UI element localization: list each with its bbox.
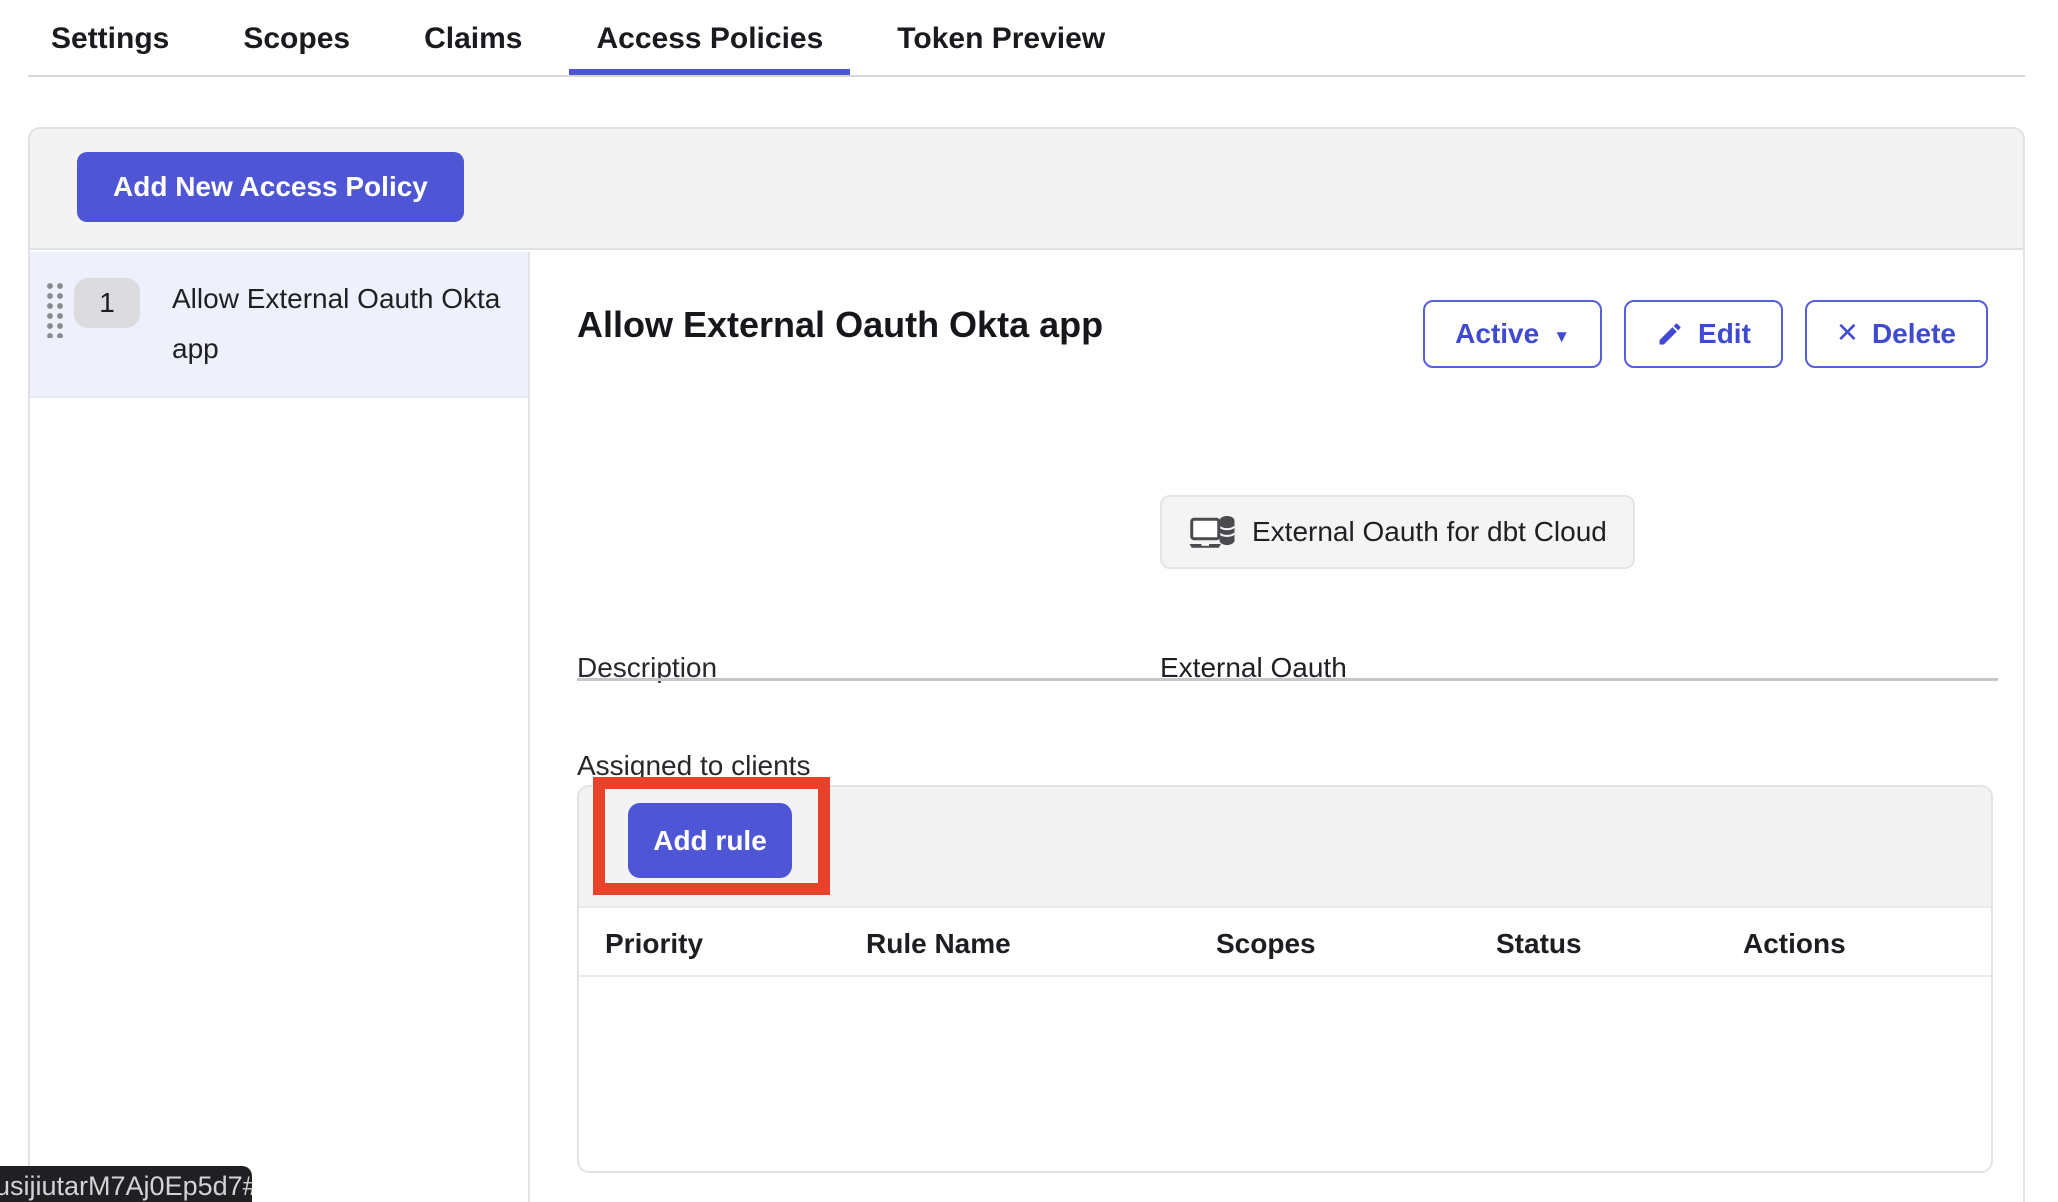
assigned-clients-label: Assigned to clients xyxy=(577,750,810,782)
policy-detail-pane: Allow External Oauth Okta app Active ▼ E… xyxy=(532,252,2023,1202)
tab-settings[interactable]: Settings xyxy=(51,0,169,77)
panel-header: Add New Access Policy xyxy=(30,129,2023,250)
rules-card: Add rule Priority Rule Name Scopes Statu… xyxy=(577,785,1993,1173)
rules-card-header: Add rule xyxy=(579,787,1991,908)
rules-table-header: Priority Rule Name Scopes Status Actions xyxy=(579,910,1991,977)
column-header-actions: Actions xyxy=(1743,910,1846,977)
section-divider xyxy=(577,678,1998,681)
policy-action-buttons: Active ▼ Edit × Delete xyxy=(1423,300,1988,368)
tab-bar: Settings Scopes Claims Access Policies T… xyxy=(0,0,2058,77)
chevron-down-icon: ▼ xyxy=(1553,328,1570,345)
assigned-client-chip[interactable]: External Oauth for dbt Cloud xyxy=(1160,495,1635,569)
link-preview-statusbar: usijiutarM7Aj0Ep5d7# xyxy=(0,1166,252,1202)
edit-policy-button[interactable]: Edit xyxy=(1624,300,1783,368)
policy-list-item[interactable]: 1 Allow External Oauth Okta app xyxy=(30,252,528,398)
delete-policy-button[interactable]: × Delete xyxy=(1805,300,1988,368)
tab-bar-divider xyxy=(28,75,2025,77)
assigned-client-label: External Oauth for dbt Cloud xyxy=(1252,516,1607,548)
column-header-scopes: Scopes xyxy=(1216,910,1316,977)
add-access-policy-button[interactable]: Add New Access Policy xyxy=(77,152,464,222)
tab-access-policies[interactable]: Access Policies xyxy=(596,0,823,77)
access-policies-panel: Add New Access Policy 1 Allow External O… xyxy=(28,127,2025,1202)
tab-token-preview[interactable]: Token Preview xyxy=(897,0,1105,77)
tab-claims[interactable]: Claims xyxy=(424,0,522,77)
status-dropdown-button[interactable]: Active ▼ xyxy=(1423,300,1602,368)
drag-handle-icon[interactable] xyxy=(44,280,64,338)
policy-title: Allow External Oauth Okta app xyxy=(577,304,1103,346)
status-dropdown-label: Active xyxy=(1455,318,1539,350)
tab-scopes[interactable]: Scopes xyxy=(243,0,350,77)
link-preview-text: usijiutarM7Aj0Ep5d7# xyxy=(0,1171,252,1202)
tab-list: Settings Scopes Claims Access Policies T… xyxy=(51,0,1105,77)
policy-priority-badge: 1 xyxy=(74,278,140,328)
close-icon: × xyxy=(1837,314,1858,350)
column-header-priority: Priority xyxy=(605,910,703,977)
laptop-database-icon xyxy=(1188,514,1236,550)
pencil-icon xyxy=(1656,320,1684,348)
policy-list-sidebar: 1 Allow External Oauth Okta app xyxy=(30,252,530,1202)
add-rule-button[interactable]: Add rule xyxy=(628,803,792,878)
edit-button-label: Edit xyxy=(1698,318,1751,350)
page: Settings Scopes Claims Access Policies T… xyxy=(0,0,2058,1202)
policy-name-label: Allow External Oauth Okta app xyxy=(172,274,517,374)
delete-button-label: Delete xyxy=(1872,318,1956,350)
column-header-rule-name: Rule Name xyxy=(866,910,1011,977)
column-header-status: Status xyxy=(1496,910,1582,977)
